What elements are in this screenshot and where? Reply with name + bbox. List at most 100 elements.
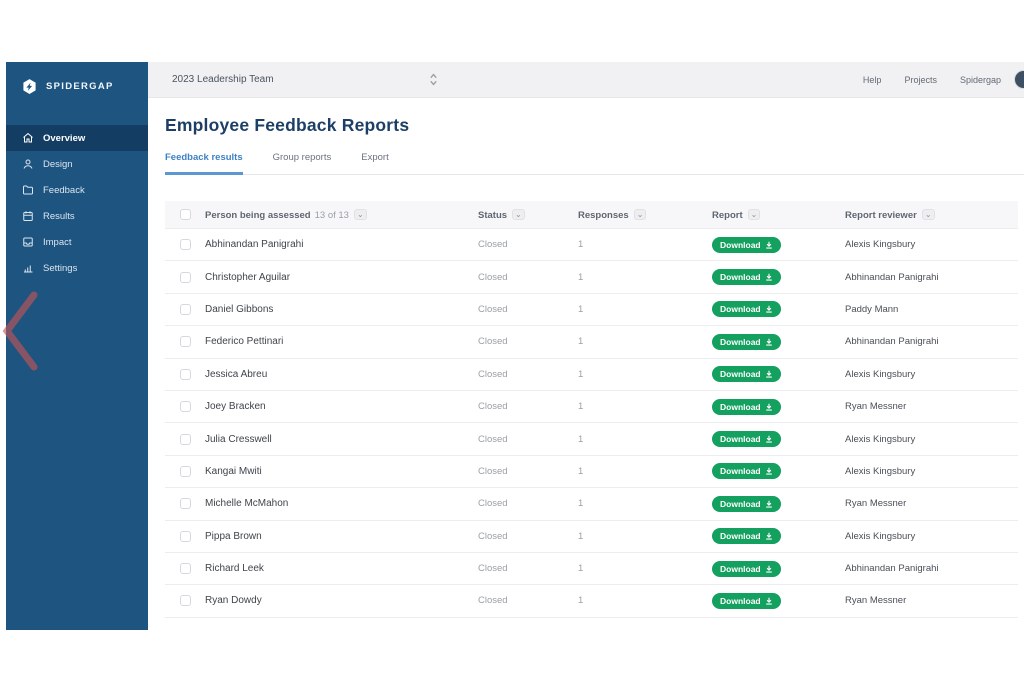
download-button-label: Download	[720, 466, 761, 476]
person-name: Christopher Aguilar	[205, 272, 478, 283]
row-checkbox[interactable]	[180, 531, 191, 542]
main-area: 2023 Leadership Team Help Projects Spide…	[148, 62, 1024, 630]
report-filter-chevron-icon[interactable]: ⌄	[748, 209, 761, 220]
table-row: Kangai Mwiti Closed 1 Download Alexis Ki…	[165, 456, 1018, 488]
responses-value: 1	[578, 498, 712, 509]
download-button-label: Download	[720, 337, 761, 347]
row-checkbox[interactable]	[180, 272, 191, 283]
person-name: Jessica Abreu	[205, 369, 478, 380]
table-row: Daniel Gibbons Closed 1 Download Paddy M…	[165, 294, 1018, 326]
table-row: Jessica Abreu Closed 1 Download Alexis K…	[165, 359, 1018, 391]
person-name: Daniel Gibbons	[205, 304, 478, 315]
download-button[interactable]: Download	[712, 463, 781, 479]
tab-group-reports[interactable]: Group reports	[273, 152, 332, 175]
col-status: Status	[478, 210, 507, 221]
projects-link[interactable]: Projects	[904, 75, 937, 85]
person-name: Abhinandan Panigrahi	[205, 239, 478, 250]
sidebar-item-label: Impact	[43, 237, 72, 248]
sidebar-item-settings[interactable]: Settings	[6, 255, 148, 281]
table-row: Ryan Dowdy Closed 1 Download Ryan Messne…	[165, 585, 1018, 617]
responses-value: 1	[578, 304, 712, 315]
reviewer-filter-chevron-icon[interactable]: ⌄	[922, 209, 935, 220]
folder-icon	[22, 184, 34, 196]
row-checkbox[interactable]	[180, 434, 191, 445]
select-updown-icon[interactable]	[429, 72, 438, 87]
status-value: Closed	[478, 272, 578, 283]
table-row: Richard Leek Closed 1 Download Abhinanda…	[165, 553, 1018, 585]
sidebar-item-design[interactable]: Design	[6, 151, 148, 177]
row-checkbox[interactable]	[180, 563, 191, 574]
status-value: Closed	[478, 369, 578, 380]
person-name: Richard Leek	[205, 563, 478, 574]
download-icon	[765, 370, 773, 378]
app-window: Spidergap Overview Design Feedback Resul…	[6, 62, 1024, 630]
project-selector[interactable]: 2023 Leadership Team	[172, 74, 274, 85]
user-avatar[interactable]	[1014, 70, 1024, 89]
person-name: Federico Pettinari	[205, 336, 478, 347]
download-button-label: Download	[720, 434, 761, 444]
table-row: Pippa Brown Closed 1 Download Alexis Kin…	[165, 521, 1018, 553]
sidebar-item-feedback[interactable]: Feedback	[6, 177, 148, 203]
sidebar: Spidergap Overview Design Feedback Resul…	[6, 62, 148, 630]
person-name: Joey Bracken	[205, 401, 478, 412]
sidebar-item-results[interactable]: Results	[6, 203, 148, 229]
spidergap-link[interactable]: Spidergap	[960, 75, 1001, 85]
person-name: Pippa Brown	[205, 531, 478, 542]
reviewer-name: Alexis Kingsbury	[845, 434, 1018, 445]
responses-value: 1	[578, 239, 712, 250]
select-all-checkbox[interactable]	[180, 209, 191, 220]
download-button[interactable]: Download	[712, 237, 781, 253]
responses-filter-chevron-icon[interactable]: ⌄	[634, 209, 647, 220]
person-name: Kangai Mwiti	[205, 466, 478, 477]
download-button[interactable]: Download	[712, 269, 781, 285]
spidergap-logo-icon	[21, 78, 38, 95]
row-checkbox[interactable]	[180, 369, 191, 380]
topbar-links: Help Projects Spidergap	[863, 75, 1001, 85]
row-checkbox[interactable]	[180, 304, 191, 315]
download-button[interactable]: Download	[712, 431, 781, 447]
person-filter-chevron-icon[interactable]: ⌄	[354, 209, 367, 220]
table-row: Christopher Aguilar Closed 1 Download Ab…	[165, 261, 1018, 293]
responses-value: 1	[578, 369, 712, 380]
sidebar-item-label: Settings	[43, 263, 77, 274]
sidebar-item-overview[interactable]: Overview	[6, 125, 148, 151]
status-filter-chevron-icon[interactable]: ⌄	[512, 209, 525, 220]
responses-value: 1	[578, 531, 712, 542]
row-checkbox[interactable]	[180, 595, 191, 606]
sidebar-item-impact[interactable]: Impact	[6, 229, 148, 255]
row-checkbox[interactable]	[180, 239, 191, 250]
row-checkbox[interactable]	[180, 336, 191, 347]
reviewer-name: Alexis Kingsbury	[845, 531, 1018, 542]
sidebar-item-label: Feedback	[43, 185, 85, 196]
brand-logo: Spidergap	[6, 62, 148, 95]
download-icon	[765, 500, 773, 508]
tab-export[interactable]: Export	[361, 152, 388, 175]
download-button[interactable]: Download	[712, 561, 781, 577]
reviewer-name: Alexis Kingsbury	[845, 466, 1018, 477]
home-icon	[22, 132, 34, 144]
tab-feedback-results[interactable]: Feedback results	[165, 152, 243, 175]
col-responses: Responses	[578, 210, 629, 221]
col-reviewer: Report reviewer	[845, 210, 917, 221]
brand-name: Spidergap	[46, 81, 114, 92]
status-value: Closed	[478, 239, 578, 250]
download-icon	[765, 338, 773, 346]
row-checkbox[interactable]	[180, 466, 191, 477]
download-button[interactable]: Download	[712, 593, 781, 609]
download-button[interactable]: Download	[712, 399, 781, 415]
sidebar-item-label: Overview	[43, 133, 85, 144]
download-button[interactable]: Download	[712, 496, 781, 512]
download-icon	[765, 305, 773, 313]
download-button-label: Download	[720, 240, 761, 250]
help-link[interactable]: Help	[863, 75, 882, 85]
download-button[interactable]: Download	[712, 528, 781, 544]
download-icon	[765, 435, 773, 443]
sidebar-item-label: Design	[43, 159, 73, 170]
row-checkbox[interactable]	[180, 498, 191, 509]
status-value: Closed	[478, 401, 578, 412]
download-button[interactable]: Download	[712, 334, 781, 350]
download-icon	[765, 467, 773, 475]
download-button[interactable]: Download	[712, 366, 781, 382]
row-checkbox[interactable]	[180, 401, 191, 412]
download-button[interactable]: Download	[712, 301, 781, 317]
